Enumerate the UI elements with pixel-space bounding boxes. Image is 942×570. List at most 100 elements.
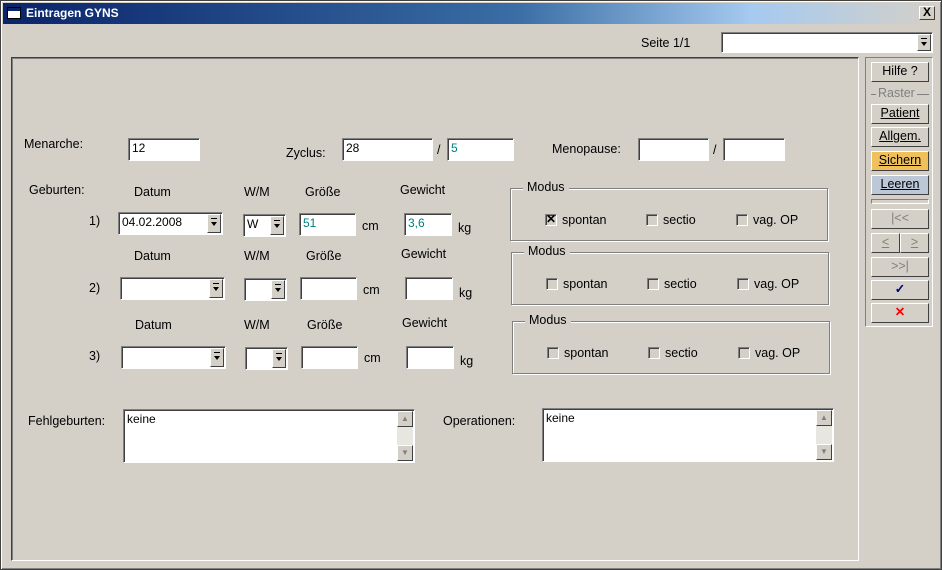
groesse-field[interactable]: 51 <box>299 213 356 236</box>
modus-title: Modus <box>523 180 569 194</box>
menarche-label: Menarche: <box>24 137 84 151</box>
menopause-label: Menopause: <box>552 142 621 156</box>
hilfe-button[interactable]: Hilfe ? <box>871 62 929 82</box>
modus-group: Modus spontan sectio vag. OP <box>510 180 828 241</box>
patient-label: Patient <box>880 106 920 120</box>
row-number: 3) <box>89 349 101 363</box>
window-icon <box>7 7 21 19</box>
ok-button[interactable]: ✓ <box>871 280 929 300</box>
title-bar[interactable]: Eintragen GYNS X <box>3 3 939 24</box>
raster-label: Raster <box>876 86 917 100</box>
window-title: Eintragen GYNS <box>26 6 119 20</box>
vag-op-checkbox[interactable] <box>738 347 750 359</box>
patient-button[interactable]: Patient <box>871 104 929 124</box>
datum-select[interactable]: 04.02.2008 <box>118 212 223 235</box>
spontan-checkbox[interactable] <box>546 278 558 290</box>
chevron-down-icon[interactable] <box>272 349 286 368</box>
operationen-textarea[interactable]: keine ▲ ▼ <box>542 408 834 462</box>
navigation-sidebar: Hilfe ? Raster Patient Allgem. Sichern L… <box>865 57 933 327</box>
datum-header: Datum <box>134 249 171 263</box>
spontan-label: spontan <box>562 213 607 227</box>
gewicht-field[interactable] <box>405 277 453 300</box>
sectio-checkbox[interactable] <box>648 347 660 359</box>
sichern-button[interactable]: Sichern <box>871 151 929 171</box>
datum-header: Datum <box>134 185 171 199</box>
fehlgeburten-textarea[interactable]: keine ▲ ▼ <box>123 409 415 463</box>
chevron-down-icon[interactable] <box>270 216 284 235</box>
prev-record-button[interactable]: < <box>871 233 900 253</box>
sichern-label: Sichern <box>878 153 922 167</box>
menopause-separator: / <box>713 143 717 157</box>
menopause-field-1[interactable] <box>638 138 709 161</box>
spontan-checkbox[interactable] <box>545 212 557 226</box>
page-select[interactable] <box>721 32 933 53</box>
vag-op-checkbox[interactable] <box>736 214 748 226</box>
geburten-label: Geburten: <box>29 183 85 197</box>
check-icon: ✓ <box>894 282 906 296</box>
sectio-label: sectio <box>665 346 698 360</box>
sectio-checkbox[interactable] <box>646 214 658 226</box>
scroll-up-icon[interactable]: ▲ <box>816 410 832 426</box>
groesse-field[interactable] <box>301 346 358 369</box>
scroll-up-icon[interactable]: ▲ <box>397 411 413 427</box>
page-indicator: Seite 1/1 <box>641 36 691 50</box>
wm-header: W/M <box>244 249 270 263</box>
separator <box>871 199 929 204</box>
wm-select[interactable] <box>244 278 287 301</box>
chevron-down-icon[interactable] <box>917 34 931 51</box>
datum-value: 04.02.2008 <box>122 215 183 229</box>
vertical-scrollbar[interactable]: ▲ ▼ <box>397 411 413 461</box>
wm-header: W/M <box>244 318 270 332</box>
wm-select[interactable]: W <box>243 214 286 237</box>
fehlgeburten-value: keine <box>127 412 156 426</box>
zyclus-field-1[interactable]: 28 <box>342 138 433 161</box>
main-panel <box>11 57 859 561</box>
next-record-button[interactable]: > <box>900 233 929 253</box>
modus-title: Modus <box>524 244 570 258</box>
leeren-button[interactable]: Leeren <box>871 175 929 195</box>
last-record-button[interactable]: >>| <box>871 257 929 277</box>
unit-cm: cm <box>362 219 379 233</box>
datum-select[interactable] <box>120 277 225 300</box>
chevron-down-icon[interactable] <box>209 279 223 298</box>
first-record-button[interactable]: |<< <box>871 209 929 229</box>
zyclus-field-2[interactable]: 5 <box>447 138 514 161</box>
row-number: 2) <box>89 281 101 295</box>
sectio-label: sectio <box>664 277 697 291</box>
menarche-field[interactable]: 12 <box>128 138 200 161</box>
unit-kg: kg <box>460 354 474 368</box>
next-label: > <box>910 235 919 249</box>
scroll-down-icon[interactable]: ▼ <box>816 444 832 460</box>
allgem-button[interactable]: Allgem. <box>871 127 929 147</box>
gewicht-field[interactable]: 3,6 <box>404 213 452 236</box>
gewicht-header: Gewicht <box>402 316 448 330</box>
close-icon: ✕ <box>894 305 906 319</box>
datum-header: Datum <box>135 318 172 332</box>
menopause-field-2[interactable] <box>723 138 785 161</box>
chevron-down-icon[interactable] <box>271 280 285 299</box>
wm-select[interactable] <box>245 347 288 370</box>
vag-op-checkbox[interactable] <box>737 278 749 290</box>
unit-cm: cm <box>363 283 380 297</box>
cancel-button[interactable]: ✕ <box>871 303 929 323</box>
groesse-header: Größe <box>307 318 343 332</box>
spontan-label: spontan <box>564 346 609 360</box>
scroll-down-icon[interactable]: ▼ <box>397 445 413 461</box>
vertical-scrollbar[interactable]: ▲ ▼ <box>816 410 832 460</box>
chevron-down-icon[interactable] <box>207 214 221 233</box>
leeren-label: Leeren <box>880 177 920 191</box>
fehlgeburten-label: Fehlgeburten: <box>28 414 106 428</box>
prev-label: < <box>881 235 890 249</box>
wm-header: W/M <box>244 185 270 199</box>
zyclus-label: Zyclus: <box>286 146 326 160</box>
close-button[interactable]: X <box>919 6 935 20</box>
groesse-field[interactable] <box>300 277 357 300</box>
chevron-down-icon[interactable] <box>210 348 224 367</box>
spontan-checkbox[interactable] <box>547 347 559 359</box>
modus-group: Modus spontan sectio vag. OP <box>512 313 830 374</box>
datum-select[interactable] <box>121 346 226 369</box>
gewicht-field[interactable] <box>406 346 454 369</box>
sectio-checkbox[interactable] <box>647 278 659 290</box>
allgem-label: Allgem. <box>879 129 921 143</box>
spontan-label: spontan <box>563 277 608 291</box>
